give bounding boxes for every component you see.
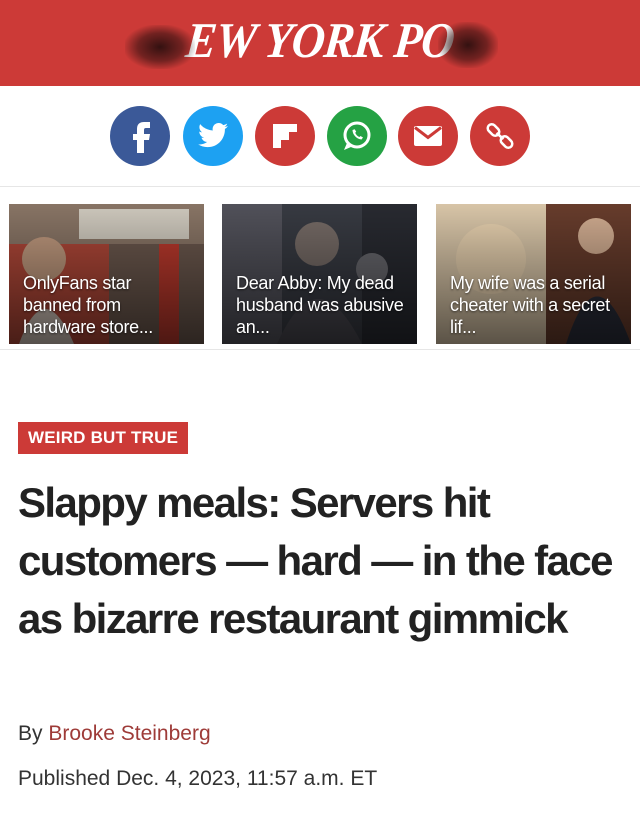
story-title: Dear Abby: My dead husband was abusive a… bbox=[236, 273, 404, 337]
facebook-icon bbox=[133, 122, 150, 153]
masthead: EW YORK PO bbox=[0, 0, 640, 86]
whatsapp-share-button[interactable] bbox=[327, 106, 387, 166]
email-icon bbox=[414, 126, 442, 146]
related-stories: OnlyFans star banned from hardware store… bbox=[0, 187, 640, 350]
copy-link-button[interactable] bbox=[470, 106, 530, 166]
story-title: OnlyFans star banned from hardware store… bbox=[23, 273, 153, 337]
related-story-card[interactable]: Dear Abby: My dead husband was abusive a… bbox=[222, 204, 417, 344]
related-story-card[interactable]: OnlyFans star banned from hardware store… bbox=[9, 204, 204, 344]
byline: By Brooke Steinberg bbox=[18, 722, 211, 746]
share-bar bbox=[0, 86, 640, 187]
twitter-share-button[interactable] bbox=[183, 106, 243, 166]
email-share-button[interactable] bbox=[398, 106, 458, 166]
twitter-icon bbox=[198, 123, 228, 148]
whatsapp-icon bbox=[343, 121, 371, 150]
facebook-share-button[interactable] bbox=[110, 106, 170, 166]
publish-date: Published Dec. 4, 2023, 11:57 a.m. ET bbox=[18, 767, 378, 790]
related-story-card[interactable]: My wife was a serial cheater with a secr… bbox=[436, 204, 631, 344]
site-logo[interactable]: EW YORK PO bbox=[0, 0, 640, 86]
flipboard-icon bbox=[273, 124, 297, 148]
story-title: My wife was a serial cheater with a secr… bbox=[450, 273, 610, 337]
author-link[interactable]: Brooke Steinberg bbox=[48, 722, 210, 745]
flipboard-share-button[interactable] bbox=[255, 106, 315, 166]
article-headline: Slappy meals: Servers hit customers — ha… bbox=[18, 479, 613, 642]
section-kicker[interactable]: WEIRD BUT TRUE bbox=[18, 422, 189, 454]
link-icon bbox=[486, 122, 514, 150]
byline-prefix: By bbox=[18, 722, 43, 745]
